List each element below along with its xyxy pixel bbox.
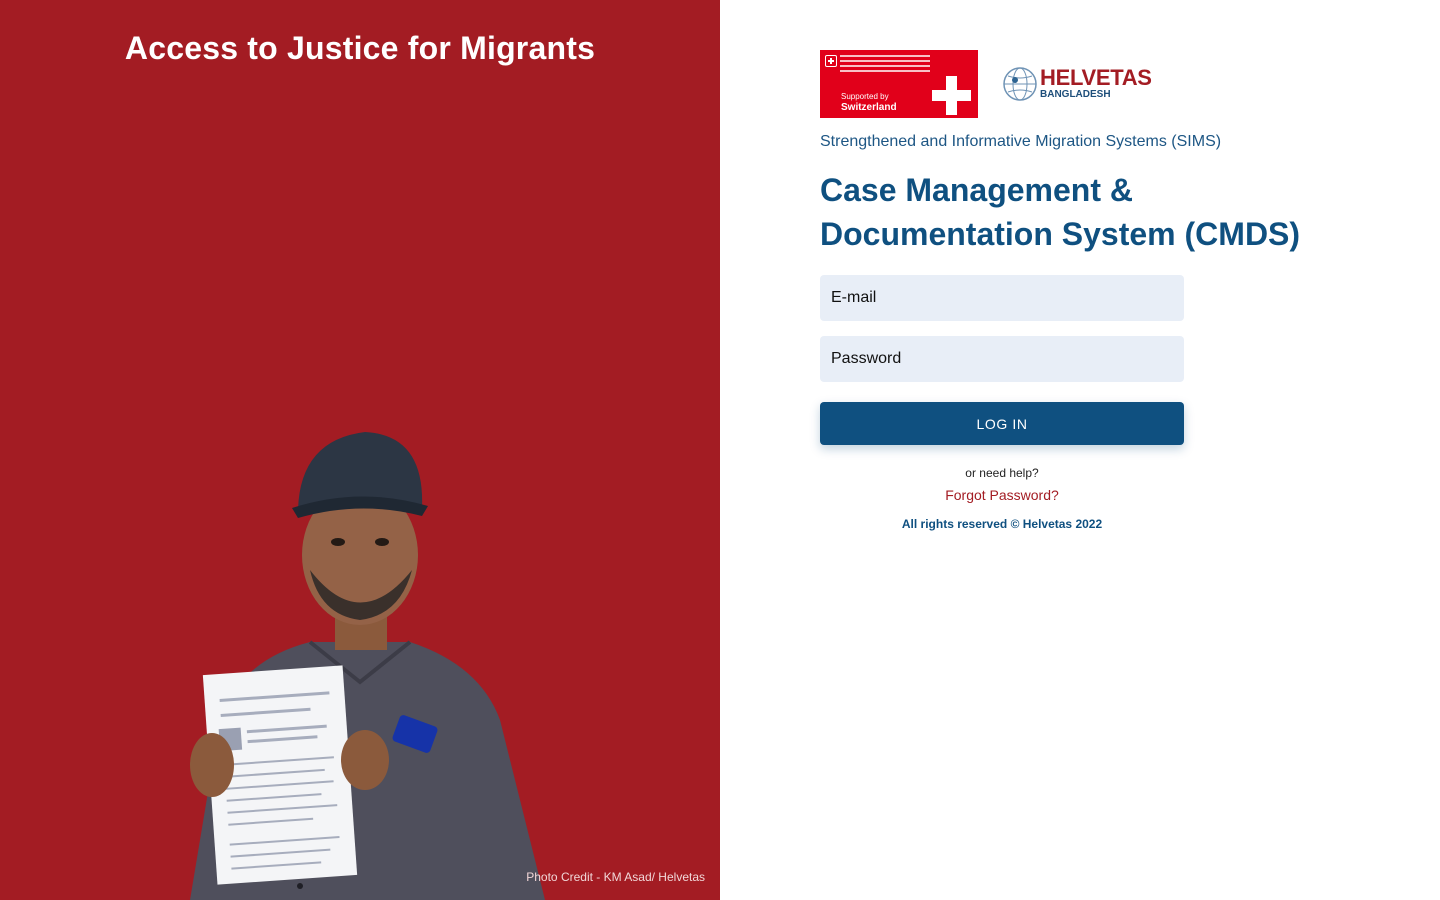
help-text: or need help?: [965, 466, 1039, 480]
swiss-confederation-logo: Supported by Switzerland: [820, 50, 978, 118]
forgot-password-link[interactable]: Forgot Password?: [820, 487, 1184, 503]
photo-credit: Photo Credit - KM Asad/ Helvetas: [526, 870, 705, 884]
globe-icon: [1003, 67, 1037, 101]
swiss-flag-icon: [825, 55, 837, 67]
helvetas-logo: HELVETAS BANGLADESH: [1002, 66, 1152, 102]
email-field[interactable]: [820, 275, 1184, 321]
program-subtitle: Strengthened and Informative Migration S…: [820, 133, 1222, 150]
supported-by-text: Supported by: [841, 92, 889, 101]
migrant-photo: [190, 432, 545, 900]
login-button[interactable]: LOG IN: [820, 402, 1184, 445]
login-panel: Supported by Switzerland HELVETAS BANGLA…: [720, 0, 1440, 900]
helvetas-name: HELVETAS: [1040, 65, 1152, 90]
hero-title: Access to Justice for Migrants: [124, 30, 596, 66]
swiss-cross-icon: [932, 76, 971, 115]
hero-panel: Access to Justice for Migrants Photo Cre…: [0, 0, 720, 900]
page-title: Case Management & Documentation System (…: [820, 172, 1301, 252]
password-field[interactable]: [820, 336, 1184, 382]
helvetas-country: BANGLADESH: [1040, 89, 1111, 100]
copyright-text: All rights reserved © Helvetas 2022: [901, 517, 1103, 531]
switzerland-text: Switzerland: [841, 102, 897, 113]
partner-logos: Supported by Switzerland HELVETAS BANGLA…: [820, 50, 1152, 118]
